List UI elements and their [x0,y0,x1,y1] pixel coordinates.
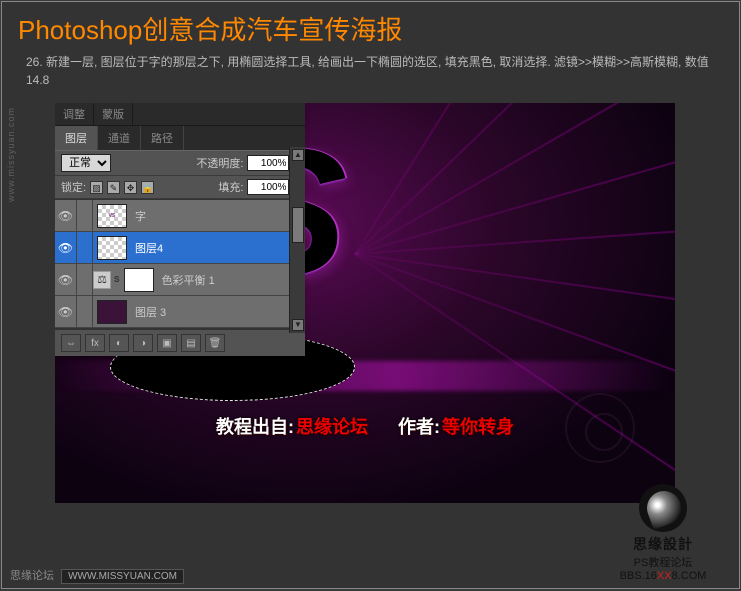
watermark-brand: 思缘設計 [611,534,715,554]
footer-site-cn: 思缘论坛 [10,570,54,582]
mask-link-icon[interactable]: 𐍃 [114,273,120,286]
scroll-up-icon[interactable]: ▲ [292,149,304,161]
credit-author-value: 等你转身 [442,417,514,437]
fx-icon[interactable]: fx [85,334,105,352]
link-column[interactable] [77,264,93,296]
eye-icon[interactable]: 👁 [55,232,77,264]
link-column[interactable] [77,200,93,232]
footer-site-url: WWW.MISSYUAN.COM [61,569,184,584]
step-description: 26. 新建一层, 图层位于字的那层之下, 用椭圆选择工具, 给画出一下椭圆的选… [2,53,739,97]
watermark-block: 思缘設計 PS教程论坛 BBS.16XX8.COM [611,484,715,582]
layer-name[interactable]: 字 [131,208,305,224]
logo-icon [639,484,687,532]
credit-source-label: 教程出自: [216,417,294,437]
fill-label: 填充: [218,179,243,195]
mask-icon[interactable]: ◐ [109,334,129,352]
layer-row[interactable]: 👁 ⚖ 𐍃 色彩平衡 1 [55,264,305,296]
adjustment-layer-icon[interactable]: ◑ [133,334,153,352]
credit-source-value: 思缘论坛 [296,417,368,437]
footer-credit: 思缘论坛 WWW.MISSYUAN.COM [10,567,184,584]
credit-line: 教程出自:思缘论坛 作者:等你转身 [55,413,675,439]
layer-thumb[interactable] [97,300,127,324]
mask-thumb[interactable] [124,268,154,292]
side-watermark: www.missyuan.com [6,107,16,202]
scroll-down-icon[interactable]: ▼ [292,319,304,331]
tab-masks[interactable]: 蒙版 [94,103,133,125]
trash-icon[interactable]: 🗑 [205,334,225,352]
new-layer-icon[interactable]: ▤ [181,334,201,352]
eye-icon[interactable]: 👁 [55,296,77,328]
adjust-mask-tabs[interactable]: 调整 蒙版 [55,103,305,126]
eye-icon[interactable]: 👁 [55,200,77,232]
lock-pixels-icon[interactable]: ✎ [107,181,120,194]
tutorial-canvas: VS 教程出自:思缘论坛 作者:等你转身 调整 蒙版 图层 通道 路径 正常 不 [55,103,675,503]
layer-row[interactable]: 👁 vs 字 [55,200,305,232]
lock-label: 锁定: [61,179,86,195]
layer-row[interactable]: 👁 图层 3 [55,296,305,328]
layer-list[interactable]: 👁 vs 字 👁 图层4 ⊘ 👁 ⚖ 𐍃 [55,199,305,329]
fill-input[interactable] [247,179,289,195]
tab-paths[interactable]: 路径 [141,126,184,150]
tab-adjustments[interactable]: 调整 [55,103,94,125]
layer-row[interactable]: 👁 图层4 ⊘ [55,232,305,264]
panel-main-tabs[interactable]: 图层 通道 路径 [55,126,305,151]
lock-position-icon[interactable]: ✥ [124,181,137,194]
tab-layers[interactable]: 图层 [55,126,98,150]
lock-all-icon[interactable]: 🔒 [141,181,154,194]
group-icon[interactable]: ▣ [157,334,177,352]
layers-scrollbar[interactable]: ▲ ▼ [289,147,305,333]
link-column[interactable] [77,296,93,328]
page-title: Photoshop创意合成汽车宣传海报 [2,2,739,53]
credit-author-label: 作者: [398,417,440,437]
opacity-input[interactable] [247,155,289,171]
tab-channels[interactable]: 通道 [98,126,141,150]
layer-name[interactable]: 图层4 [131,240,290,256]
layers-panel-footer[interactable]: ⇔ fx ◐ ◑ ▣ ▤ 🗑 [55,329,305,356]
scroll-thumb[interactable] [292,207,304,243]
link-layers-icon[interactable]: ⇔ [61,334,81,352]
layer-thumb[interactable] [97,236,127,260]
layer-thumb[interactable]: vs [97,204,127,228]
lock-transparent-icon[interactable]: ▨ [90,181,103,194]
layers-panel[interactable]: 调整 蒙版 图层 通道 路径 正常 不透明度: ▸ 锁定: ▨ ✎ [55,103,305,356]
eye-icon[interactable]: 👁 [55,264,77,296]
layer-name[interactable]: 图层 3 [131,304,305,320]
layer-name[interactable]: 色彩平衡 1 [158,272,305,288]
opacity-label: 不透明度: [196,155,243,171]
watermark-forum: PS教程论坛 BBS.16XX8.COM [611,554,715,582]
adjustment-icon[interactable]: ⚖ [93,271,111,289]
blend-mode-select[interactable]: 正常 [61,154,111,172]
link-column[interactable] [77,232,93,264]
